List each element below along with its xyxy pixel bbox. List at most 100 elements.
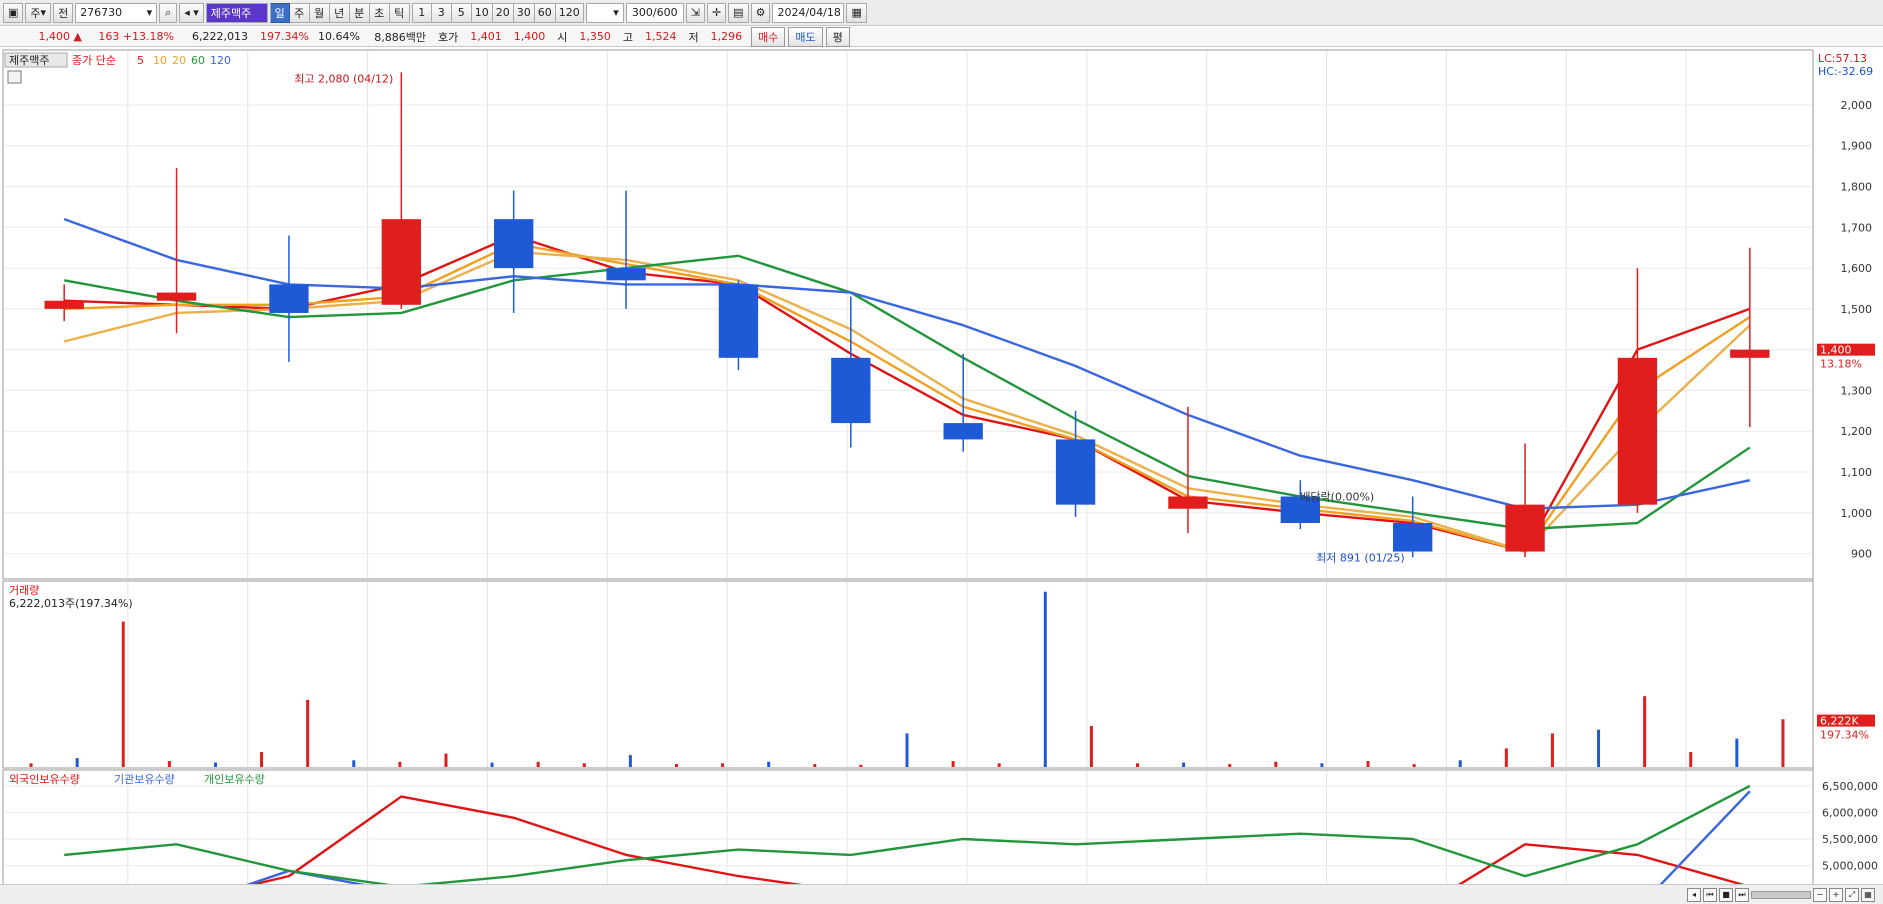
last-price-label: 1,400 (1820, 344, 1852, 357)
count-input[interactable]: 300/600 (625, 2, 684, 23)
crosshair-icon[interactable]: ✛ (706, 2, 727, 23)
annotation-high: 최고 2,080 (04/12) (294, 72, 393, 85)
stop-icon[interactable]: ■ (1719, 887, 1733, 902)
scroll-left-icon[interactable]: ◂ (1687, 887, 1701, 902)
price-tick-label: 1,200 (1841, 425, 1873, 438)
ma-legend-20: 20 (172, 54, 186, 67)
search-icon[interactable]: ⌕ (159, 2, 178, 23)
volume-bar (1274, 761, 1278, 767)
gear-icon[interactable]: ⚙ (750, 2, 771, 23)
period-tab-year[interactable]: 년 (329, 2, 350, 23)
stock-name: 제주맥주 (210, 6, 252, 20)
volume-bar (1228, 764, 1232, 767)
interval-input[interactable]: ▾ (585, 2, 624, 23)
volume-bar (951, 761, 955, 767)
save-icon[interactable]: ▤ (728, 2, 749, 23)
volume-bar (628, 755, 632, 767)
chart-scrollbar[interactable]: ◂ ⏮ ■ ⏭ − + ⤢ ▦ (0, 884, 1883, 904)
volume-bar (490, 762, 494, 767)
fit-icon[interactable]: ⤢ (1845, 887, 1859, 902)
volume-panel-title: 거래량 (9, 584, 39, 597)
sell-button[interactable]: 매도 (788, 26, 823, 47)
open-label: 시 (557, 30, 568, 44)
period-tab-minute[interactable]: 분 (349, 2, 370, 23)
market-select[interactable]: 주 ▾ (25, 2, 52, 23)
date-input[interactable]: 2024/04/18 (772, 2, 845, 23)
chart-type-icon[interactable]: ▣ (3, 2, 24, 23)
interval-buttons: 1 3 5 10 20 30 60 120 (411, 2, 584, 23)
price-tick-label: 1,700 (1841, 221, 1873, 234)
price-change: 163 +13.18% (98, 30, 174, 43)
period-tab-tick[interactable]: 틱 (389, 2, 410, 23)
eval-button[interactable]: 평 (825, 26, 850, 47)
ask-price: 1,400 (513, 30, 546, 43)
price-tick-label: 900 (1851, 548, 1872, 561)
market-label: 주 (30, 6, 41, 20)
volume-bar (674, 764, 678, 767)
interval-60[interactable]: 60 (534, 2, 556, 23)
panel-settings-icon[interactable] (7, 70, 22, 84)
candle-body (1168, 496, 1208, 509)
volume-bar (398, 761, 402, 767)
high-price: 1,524 (645, 30, 677, 43)
scroll-first-icon[interactable]: ⏮ (1703, 887, 1717, 902)
price-tick-label: 1,000 (1841, 507, 1873, 520)
interval-3[interactable]: 3 (431, 2, 452, 23)
zoom-out-icon[interactable]: − (1813, 887, 1827, 902)
period-tab-day[interactable]: 일 (269, 2, 290, 23)
holdings-tick-label: 6,500,000 (1822, 780, 1878, 793)
candle-body (1505, 504, 1545, 552)
stock-chart[interactable]: 900 1,000 1,100 1,200 1,300 1,400 1,500 1,600 1,… (0, 48, 1883, 884)
volume-bar (1043, 591, 1047, 767)
current-price: 1,400 ▲ (38, 30, 82, 43)
interval-1[interactable]: 1 (411, 2, 432, 23)
volume-bar (1182, 762, 1186, 767)
volume-bar (905, 733, 909, 767)
stock-code-input[interactable]: 276730 ▾ (75, 2, 158, 23)
zoom-slider[interactable] (1751, 890, 1811, 899)
volume-value: 6,222,013 (192, 30, 248, 43)
ma-legend-120: 120 (210, 54, 231, 67)
candle-body (1617, 357, 1658, 505)
buy-button[interactable]: 매수 (751, 26, 786, 47)
layout-icon[interactable]: ▦ (1861, 887, 1875, 902)
scroll-last-icon[interactable]: ⏭ (1735, 887, 1749, 902)
volume-bar (1550, 733, 1554, 767)
speaker-icon[interactable]: ◂ ▾ (179, 2, 204, 23)
period-tab-month[interactable]: 월 (309, 2, 330, 23)
ma-legend-prefix: 종가 단순 (72, 54, 116, 67)
volume-bar (1458, 760, 1462, 767)
candle-body (269, 284, 309, 313)
zoom-icon[interactable]: ⇲ (685, 2, 705, 23)
calendar-icon[interactable]: ▦ (846, 2, 867, 23)
price-tick-label: 1,100 (1841, 466, 1873, 479)
interval-10[interactable]: 10 (471, 2, 493, 23)
annotation-low: 최저 891 (01/25) (1316, 551, 1405, 564)
holdings-tick-label: 5,000,000 (1822, 860, 1878, 873)
scope-select[interactable]: 전 (53, 2, 74, 23)
period-tab-week[interactable]: 주 (289, 2, 310, 23)
price-tick-label: 1,300 (1841, 384, 1873, 397)
last-volume-ratio: 197.34% (1820, 729, 1869, 742)
price-tick-label: 1,600 (1841, 262, 1873, 275)
interval-120[interactable]: 120 (555, 2, 584, 23)
volume-bar (1412, 764, 1416, 767)
ma-legend-5: 5 (137, 54, 144, 67)
price-tick-label: 1,900 (1841, 140, 1873, 153)
zoom-in-icon[interactable]: + (1829, 887, 1843, 902)
volume-bar (1320, 763, 1324, 767)
interval-30[interactable]: 30 (513, 2, 535, 23)
interval-20[interactable]: 20 (492, 2, 514, 23)
low-price: 1,296 (710, 30, 743, 43)
volume-bar (1136, 763, 1140, 767)
volume-bar (1689, 752, 1693, 767)
stock-name-badge[interactable]: 제주맥주 (205, 2, 268, 23)
period-tab-second[interactable]: 초 (369, 2, 390, 23)
candle-body (1393, 523, 1433, 552)
volume-bar (444, 753, 448, 767)
period-tabs: 일 주 월 년 분 초 틱 (269, 2, 410, 23)
volume-bar (1735, 738, 1739, 767)
volume-bar (1366, 761, 1370, 767)
interval-5[interactable]: 5 (451, 2, 472, 23)
candle-body (1730, 349, 1770, 358)
